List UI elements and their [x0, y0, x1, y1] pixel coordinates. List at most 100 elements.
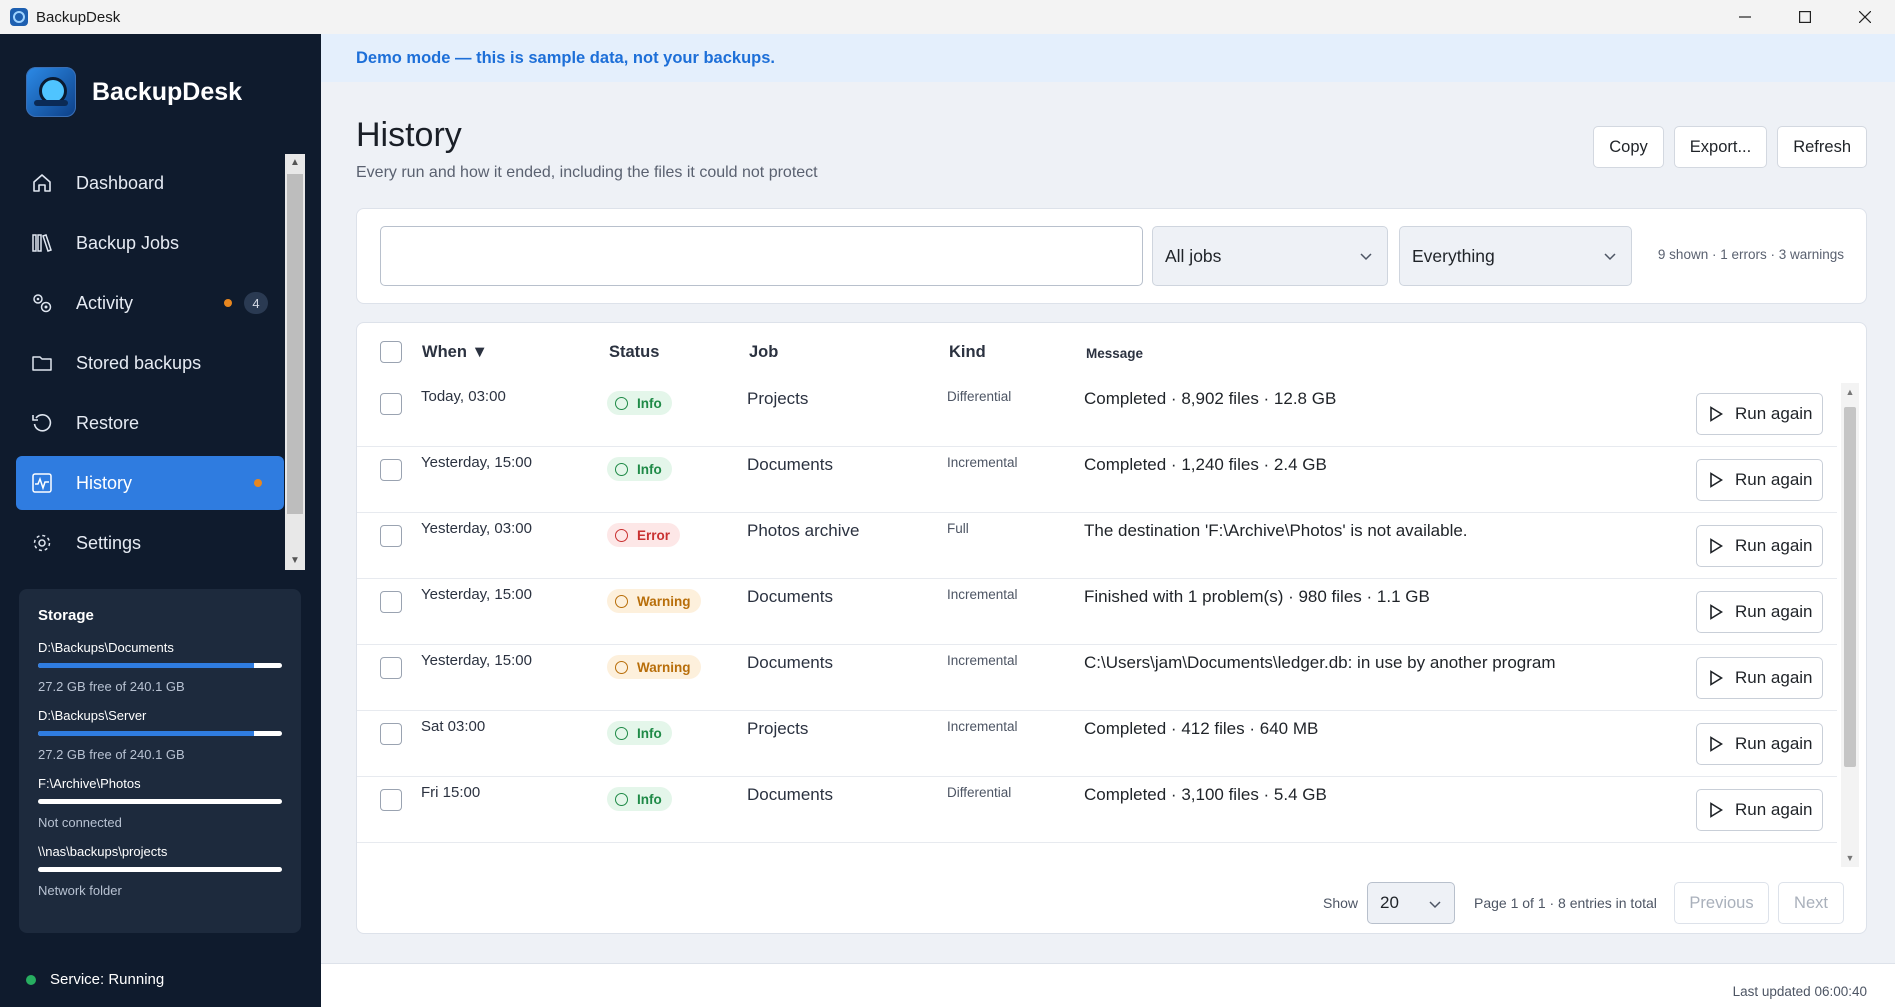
job-filter-select[interactable]: All jobs: [1152, 226, 1388, 286]
row-checkbox[interactable]: [380, 657, 402, 679]
sidebar-item-restore[interactable]: Restore: [16, 396, 284, 450]
next-page-button[interactable]: Next: [1778, 882, 1844, 924]
table-row[interactable]: Yesterday, 03:00 Error Photos archive Full T…: [357, 513, 1837, 579]
table-scrollbar[interactable]: ▲ ▼: [1841, 383, 1859, 867]
row-job: Documents: [747, 653, 833, 672]
run-again-button[interactable]: Run again: [1696, 459, 1823, 501]
sidebar-scrollbar[interactable]: ▲ ▼: [285, 154, 305, 570]
table-row[interactable]: Yesterday, 15:00 Info Documents Incremental…: [357, 447, 1837, 513]
column-kind[interactable]: Kind: [949, 343, 986, 362]
row-checkbox[interactable]: [380, 723, 402, 745]
row-checkbox[interactable]: [380, 459, 402, 481]
table-row[interactable]: Fri 15:00 Info Documents Differential Comple…: [357, 777, 1837, 843]
run-again-button[interactable]: Run again: [1696, 525, 1823, 567]
page-size-value: 20: [1380, 893, 1399, 912]
chevron-down-icon: [1604, 253, 1616, 261]
status-label: Warning: [637, 593, 691, 609]
storage-usage-bar: [38, 799, 282, 804]
row-checkbox[interactable]: [380, 789, 402, 811]
close-button[interactable]: [1835, 0, 1895, 34]
scroll-up-arrow-icon[interactable]: ▲: [285, 154, 305, 172]
status-label: Info: [637, 461, 662, 477]
table-scroll-thumb[interactable]: [1844, 407, 1856, 767]
check-circle-icon: [615, 792, 628, 806]
row-message: Finished with 1 problem(s) · 980 files ·…: [1084, 587, 1430, 606]
books-icon: [30, 231, 54, 255]
sidebar-scroll-thumb[interactable]: [287, 174, 303, 514]
storage-usage-bar: [38, 663, 282, 668]
status-label: Warning: [637, 659, 691, 675]
copy-button[interactable]: Copy: [1593, 126, 1664, 168]
run-again-label: Run again: [1735, 404, 1813, 423]
run-again-button[interactable]: Run again: [1696, 789, 1823, 831]
storage-info: Network folder: [38, 883, 122, 898]
export-button[interactable]: Export...: [1673, 126, 1768, 168]
sidebar-item-activity[interactable]: Activity 4: [16, 276, 284, 330]
page-title: History: [356, 116, 462, 154]
sidebar-item-backup-jobs[interactable]: Backup Jobs: [16, 216, 284, 270]
row-when: Fri 15:00: [421, 784, 481, 801]
run-again-button[interactable]: Run again: [1696, 591, 1823, 633]
row-message: Completed · 8,902 files · 12.8 GB: [1084, 389, 1337, 408]
page-info: Page 1 of 1 · 8 entries in total: [1474, 895, 1657, 911]
row-checkbox[interactable]: [380, 525, 402, 547]
sidebar-item-settings[interactable]: Settings: [16, 516, 284, 570]
activity-indicator-dot: [224, 299, 232, 307]
scroll-down-arrow-icon[interactable]: ▼: [285, 552, 305, 570]
row-when: Yesterday, 03:00: [421, 520, 532, 537]
column-message[interactable]: Message: [1086, 346, 1143, 361]
row-job: Documents: [747, 587, 833, 606]
history-table: When ▼ Status Job Kind Message Today, 03…: [356, 322, 1867, 934]
job-filter-value: All jobs: [1165, 245, 1222, 266]
column-status[interactable]: Status: [609, 343, 659, 362]
run-again-button[interactable]: Run again: [1696, 657, 1823, 699]
table-row[interactable]: Yesterday, 15:00 Warning Documents Incremen…: [357, 645, 1837, 711]
table-row[interactable]: Yesterday, 15:00 Warning Documents Incremen…: [357, 579, 1837, 645]
sidebar-item-history[interactable]: History: [16, 456, 284, 510]
storage-usage-bar: [38, 731, 282, 736]
run-again-button[interactable]: Run again: [1696, 393, 1823, 435]
refresh-button[interactable]: Refresh: [1777, 126, 1867, 168]
play-icon: [1710, 472, 1723, 488]
run-again-label: Run again: [1735, 734, 1813, 753]
window-title: BackupDesk: [36, 8, 121, 26]
minimize-button[interactable]: [1715, 0, 1775, 34]
filter-bar: All jobs Everything 9 shown · 1 errors ·…: [356, 208, 1867, 304]
table-row[interactable]: Today, 03:00 Info Projects Differential Comp…: [357, 381, 1837, 447]
row-checkbox[interactable]: [380, 393, 402, 415]
row-when: Yesterday, 15:00: [421, 652, 532, 669]
service-status: Service: Running: [26, 971, 164, 988]
sidebar-item-label: Restore: [76, 412, 140, 433]
table-body: Today, 03:00 Info Projects Differential Comp…: [357, 381, 1837, 891]
row-kind: Incremental: [947, 719, 1018, 734]
run-again-button[interactable]: Run again: [1696, 723, 1823, 765]
run-again-label: Run again: [1735, 536, 1813, 555]
column-when[interactable]: When ▼: [422, 343, 488, 362]
close-icon: [1859, 11, 1871, 23]
folder-icon: [30, 351, 54, 375]
table-row[interactable]: Sat 03:00 Info Projects Incremental Complete…: [357, 711, 1837, 777]
storage-location: \\nas\backups\projects Network folder: [38, 844, 282, 898]
sidebar-item-dashboard[interactable]: Dashboard: [16, 156, 284, 210]
run-again-label: Run again: [1735, 668, 1813, 687]
column-job[interactable]: Job: [749, 343, 778, 362]
gear-icon: [30, 531, 54, 555]
sidebar-item-stored-backups[interactable]: Stored backups: [16, 336, 284, 390]
page-size-select[interactable]: 20: [1367, 882, 1455, 924]
maximize-button[interactable]: [1775, 0, 1835, 34]
previous-page-button[interactable]: Previous: [1674, 882, 1769, 924]
kind-filter-select[interactable]: Everything: [1399, 226, 1632, 286]
select-all-checkbox[interactable]: [380, 341, 402, 363]
search-input[interactable]: [380, 226, 1143, 286]
brand-name: BackupDesk: [92, 77, 243, 106]
sidebar: BackupDesk Dashboard Backup Jobs Activit…: [0, 34, 321, 1007]
row-kind: Incremental: [947, 653, 1018, 668]
scroll-down-arrow-icon[interactable]: ▼: [1841, 849, 1859, 867]
status-label: Info: [637, 725, 662, 741]
row-checkbox[interactable]: [380, 591, 402, 613]
status-label: Info: [637, 791, 662, 807]
row-kind: Full: [947, 521, 969, 536]
scroll-up-arrow-icon[interactable]: ▲: [1841, 383, 1859, 401]
header-actions: Copy Export... Refresh: [1593, 126, 1867, 168]
window-controls: [1715, 0, 1895, 34]
